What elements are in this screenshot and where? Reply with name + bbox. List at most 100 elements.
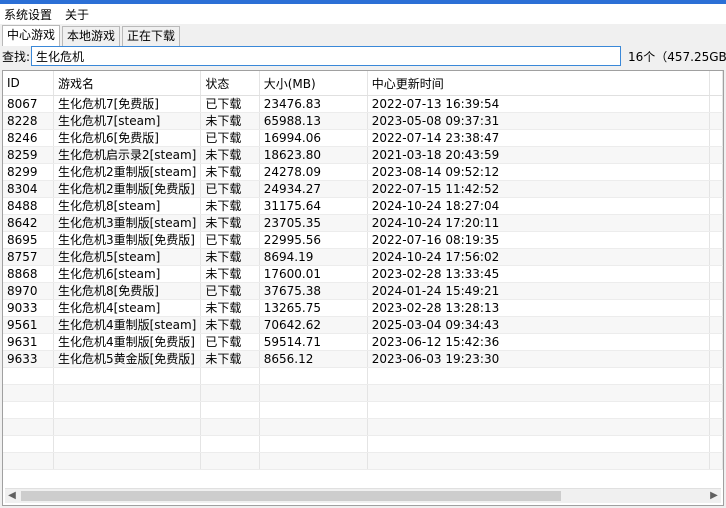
cell-status: 未下载	[200, 248, 260, 266]
cell-status: 未下载	[200, 350, 260, 368]
empty-cell	[53, 367, 202, 385]
table-row[interactable]: 9633 生化危机5黄金版[免费版] 未下载 8656.12 2023-06-03 19…	[3, 350, 723, 368]
cell-extra	[709, 95, 723, 113]
scrollbar-thumb[interactable]	[21, 491, 561, 501]
cell-id: 8642	[3, 214, 54, 232]
cell-size: 23476.83	[259, 95, 368, 113]
cell-size: 8694.19	[259, 248, 368, 266]
cell-size: 8656.12	[259, 350, 368, 368]
cell-update-time: 2023-05-08 09:37:31	[367, 112, 711, 130]
empty-cell	[259, 367, 368, 385]
table-row[interactable]: 8299 生化危机2重制版[steam] 未下载 24278.09 2023-08-14…	[3, 163, 723, 181]
tab-local-games[interactable]: 本地游戏	[62, 26, 121, 46]
result-count: 16个（457.25GB）	[628, 50, 726, 64]
cell-id: 8970	[3, 282, 54, 300]
empty-row	[3, 367, 723, 385]
table-row[interactable]: 8970 生化危机8[免费版] 已下载 37675.38 2024-01-24 15:4…	[3, 282, 723, 300]
cell-extra	[709, 197, 723, 215]
table-row[interactable]: 8259 生化危机启示录2[steam] 未下载 18623.80 2021-03-18…	[3, 146, 723, 164]
cell-status: 已下载	[200, 180, 260, 198]
cell-update-time: 2023-02-28 13:33:45	[367, 265, 711, 283]
empty-cell	[367, 384, 711, 402]
column-header-id[interactable]: ID	[3, 71, 54, 96]
tab-downloading[interactable]: 正在下载	[122, 26, 181, 46]
empty-cell	[53, 435, 202, 453]
empty-cell	[367, 401, 711, 419]
tab-center-games[interactable]: 中心游戏	[2, 25, 61, 46]
cell-extra	[709, 265, 723, 283]
empty-cell	[367, 418, 711, 436]
chevron-left-icon[interactable]: ◀	[5, 489, 19, 503]
empty-cell	[200, 401, 260, 419]
cell-game-name: 生化危机4[steam]	[53, 299, 202, 317]
cell-update-time: 2024-10-24 17:56:02	[367, 248, 711, 266]
cell-update-time: 2023-06-03 19:23:30	[367, 350, 711, 368]
cell-id: 8304	[3, 180, 54, 198]
cell-update-time: 2024-01-24 15:49:21	[367, 282, 711, 300]
column-header-update-time[interactable]: 中心更新时间	[367, 71, 711, 96]
menu-system-settings[interactable]: 系统设置	[4, 7, 52, 23]
empty-cell	[367, 367, 711, 385]
empty-cell	[709, 418, 723, 436]
table-row[interactable]: 8304 生化危机2重制版[免费版] 已下载 24934.27 2022-07-15 1…	[3, 180, 723, 198]
chevron-right-icon[interactable]: ▶	[707, 489, 721, 503]
empty-cell	[367, 435, 711, 453]
table-row[interactable]: 8642 生化危机3重制版[steam] 未下载 23705.35 2024-10-24…	[3, 214, 723, 232]
menu-about[interactable]: 关于	[65, 7, 89, 23]
cell-size: 18623.80	[259, 146, 368, 164]
empty-cell	[259, 418, 368, 436]
cell-size: 70642.62	[259, 316, 368, 334]
cell-status: 未下载	[200, 163, 260, 181]
cell-update-time: 2022-07-16 08:19:35	[367, 231, 711, 249]
empty-cell	[259, 435, 368, 453]
empty-cell	[53, 418, 202, 436]
table-row[interactable]: 8757 生化危机5[steam] 未下载 8694.19 2024-10-24 17:…	[3, 248, 723, 266]
cell-size: 13265.75	[259, 299, 368, 317]
cell-id: 8067	[3, 95, 54, 113]
cell-status: 已下载	[200, 231, 260, 249]
cell-game-name: 生化危机3重制版[steam]	[53, 214, 202, 232]
table-row[interactable]: 9561 生化危机4重制版[steam] 未下载 70642.62 2025-03-04…	[3, 316, 723, 334]
column-header-size[interactable]: 大小(MB)	[259, 71, 368, 96]
cell-id: 8488	[3, 197, 54, 215]
cell-game-name: 生化危机8[steam]	[53, 197, 202, 215]
empty-cell	[200, 435, 260, 453]
column-header-name[interactable]: 游戏名	[53, 71, 202, 96]
cell-size: 17600.01	[259, 265, 368, 283]
cell-extra	[709, 112, 723, 130]
empty-cell	[3, 384, 54, 402]
empty-cell	[259, 401, 368, 419]
cell-id: 9631	[3, 333, 54, 351]
cell-extra	[709, 129, 723, 147]
empty-cell	[259, 452, 368, 470]
cell-size: 23705.35	[259, 214, 368, 232]
cell-status: 未下载	[200, 316, 260, 334]
search-input[interactable]	[31, 46, 621, 66]
cell-update-time: 2023-02-28 13:28:13	[367, 299, 711, 317]
empty-cell	[200, 384, 260, 402]
cell-size: 16994.06	[259, 129, 368, 147]
cell-update-time: 2025-03-04 09:34:43	[367, 316, 711, 334]
column-header-status[interactable]: 状态	[200, 71, 260, 96]
table-row[interactable]: 8228 生化危机7[steam] 未下载 65988.13 2023-05-08 09…	[3, 112, 723, 130]
cell-extra	[709, 350, 723, 368]
cell-status: 已下载	[200, 95, 260, 113]
table-row[interactable]: 9033 生化危机4[steam] 未下载 13265.75 2023-02-28 13…	[3, 299, 723, 317]
table-row[interactable]: 8246 生化危机6[免费版] 已下载 16994.06 2022-07-14 23:3…	[3, 129, 723, 147]
table-row[interactable]: 8488 生化危机8[steam] 未下载 31175.64 2024-10-24 18…	[3, 197, 723, 215]
table-row[interactable]: 8067 生化危机7[免费版] 已下载 23476.83 2022-07-13 16:3…	[3, 95, 723, 113]
table-row[interactable]: 8868 生化危机6[steam] 未下载 17600.01 2023-02-28 13…	[3, 265, 723, 283]
table-row[interactable]: 9631 生化危机4重制版[免费版] 已下载 59514.71 2023-06-12 1…	[3, 333, 723, 351]
cell-size: 37675.38	[259, 282, 368, 300]
cell-status: 未下载	[200, 197, 260, 215]
cell-extra	[709, 333, 723, 351]
cell-status: 未下载	[200, 146, 260, 164]
cell-status: 未下载	[200, 214, 260, 232]
table-row[interactable]: 8695 生化危机3重制版[免费版] 已下载 22995.56 2022-07-16 0…	[3, 231, 723, 249]
cell-id: 8868	[3, 265, 54, 283]
cell-game-name: 生化危机5[steam]	[53, 248, 202, 266]
empty-cell	[709, 367, 723, 385]
cell-game-name: 生化危机4重制版[免费版]	[53, 333, 202, 351]
cell-status: 已下载	[200, 333, 260, 351]
horizontal-scrollbar[interactable]: ◀ ▶	[5, 488, 721, 503]
